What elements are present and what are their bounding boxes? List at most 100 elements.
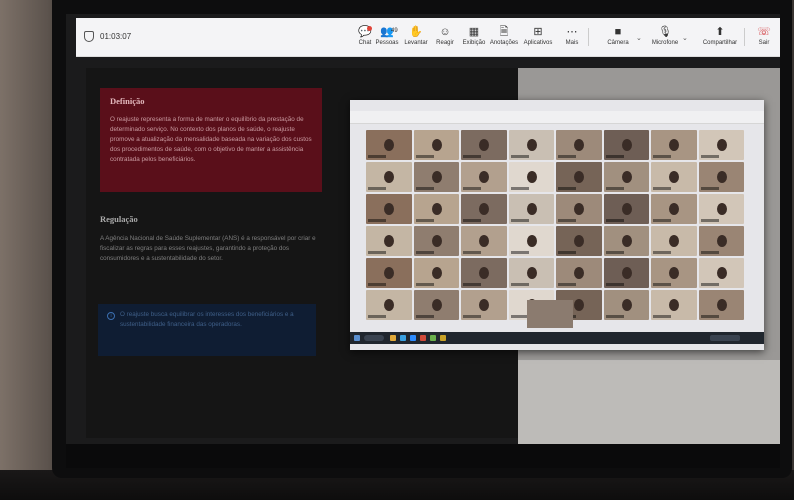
participant-tile xyxy=(556,130,602,160)
mic-button[interactable]: 🎙 Microfone xyxy=(650,24,680,46)
react-button[interactable]: ☺ Reagir xyxy=(430,24,460,46)
participant-tile xyxy=(366,258,412,288)
participant-tile xyxy=(461,130,507,160)
folder-icon[interactable] xyxy=(390,335,396,341)
participant-avatar xyxy=(384,299,395,311)
participant-tile xyxy=(366,290,412,320)
participant-avatar xyxy=(431,267,442,279)
participant-avatar xyxy=(574,267,585,279)
definition-text: O reajuste representa a forma de manter … xyxy=(110,116,312,163)
participant-avatar xyxy=(479,171,490,183)
participant-tile xyxy=(366,226,412,256)
participant-name-tag xyxy=(653,283,671,286)
participant-name-tag xyxy=(368,155,386,158)
participant-name-tag xyxy=(700,187,719,190)
mic-options-chevron-icon[interactable]: ⌄ xyxy=(682,34,688,42)
participant-avatar xyxy=(526,139,537,151)
participant-name-tag xyxy=(605,187,624,190)
participant-tile xyxy=(413,226,459,256)
grid-icon: ▦ xyxy=(468,26,480,38)
participant-avatar xyxy=(526,235,537,247)
participant-avatar xyxy=(479,267,490,279)
participant-name-tag xyxy=(558,251,576,254)
camera-button[interactable]: ■ Câmera xyxy=(603,24,633,46)
app-icon[interactable] xyxy=(420,335,426,341)
participant-avatar xyxy=(621,299,632,311)
participant-tile xyxy=(527,300,573,328)
participant-avatar xyxy=(431,235,442,247)
participant-avatar xyxy=(526,171,537,183)
meeting-app-icon[interactable] xyxy=(410,335,416,341)
participant-avatar xyxy=(574,299,585,311)
taskbar-search-icon[interactable] xyxy=(364,335,384,341)
app-icon[interactable] xyxy=(440,335,446,341)
participant-name-tag xyxy=(463,283,481,286)
participant-name-tag xyxy=(700,251,719,254)
participant-tile xyxy=(651,194,697,224)
notes-button[interactable]: 🗎 Anotações xyxy=(489,24,519,46)
window-menu-bar xyxy=(350,111,764,124)
participant-tile xyxy=(698,162,744,192)
side-panel-lower xyxy=(518,360,780,444)
participant-tile xyxy=(413,290,459,320)
participant-avatar xyxy=(384,235,395,247)
participant-name-tag xyxy=(700,155,719,158)
participant-name-tag xyxy=(653,315,671,318)
participant-name-tag xyxy=(605,283,624,286)
participant-name-tag xyxy=(653,187,671,190)
participant-name-tag xyxy=(700,315,719,318)
participant-tile xyxy=(413,194,459,224)
participant-avatar xyxy=(669,267,680,279)
participant-avatar xyxy=(574,235,585,247)
leave-button[interactable]: ☏ Sair xyxy=(749,24,779,46)
participant-name-tag xyxy=(700,283,719,286)
participant-tile xyxy=(651,290,697,320)
raise-hand-button[interactable]: ✋ Levantar xyxy=(401,24,431,46)
participant-tile xyxy=(461,226,507,256)
hang-up-icon: ☏ xyxy=(757,26,771,38)
participant-tile xyxy=(366,162,412,192)
system-tray[interactable] xyxy=(710,335,740,341)
participant-name-tag xyxy=(463,315,481,318)
participant-avatar xyxy=(621,139,632,151)
participant-tile xyxy=(698,194,744,224)
participant-name-tag xyxy=(368,187,386,190)
participant-tile xyxy=(651,226,697,256)
more-label: Mais xyxy=(565,40,579,46)
participant-tile xyxy=(366,194,412,224)
participant-name-tag xyxy=(558,155,576,158)
apps-button[interactable]: ⊞ Aplicativos xyxy=(523,24,553,46)
participant-name-tag xyxy=(463,219,481,222)
participant-name-tag xyxy=(415,315,434,318)
participant-name-tag xyxy=(605,155,624,158)
camera-options-chevron-icon[interactable]: ⌄ xyxy=(636,34,642,42)
participant-tile xyxy=(461,258,507,288)
people-button[interactable]: 👥 49 Pessoas xyxy=(372,24,402,46)
participant-name-tag xyxy=(415,155,434,158)
share-label: Compartilhar xyxy=(702,40,738,46)
participant-avatar xyxy=(716,171,727,183)
meeting-toolbar: 01:03:07 💬 Chat 👥 49 Pessoas ✋ Levantar … xyxy=(76,18,780,57)
participant-name-tag xyxy=(510,283,529,286)
participant-tile xyxy=(698,258,744,288)
participant-tile xyxy=(508,226,554,256)
add-app-icon: ⊞ xyxy=(533,26,543,38)
info-icon: i xyxy=(107,312,115,320)
share-button[interactable]: ⬆ Compartilhar xyxy=(700,24,740,46)
participant-name-tag xyxy=(368,283,386,286)
os-taskbar xyxy=(350,332,764,344)
participant-avatar xyxy=(431,171,442,183)
start-icon[interactable] xyxy=(354,335,360,341)
more-button[interactable]: ⋯ Mais xyxy=(557,24,587,46)
app-icon[interactable] xyxy=(430,335,436,341)
participant-avatar xyxy=(621,171,632,183)
participant-name-tag xyxy=(510,251,529,254)
participant-avatar xyxy=(716,139,727,151)
view-button[interactable]: ▦ Exibição xyxy=(459,24,489,46)
browser-icon[interactable] xyxy=(400,335,406,341)
info-text: O reajuste busca equilibrar os interesse… xyxy=(120,311,294,328)
participant-avatar xyxy=(384,267,395,279)
participant-name-tag xyxy=(700,219,719,222)
participant-name-tag xyxy=(510,219,529,222)
participant-name-tag xyxy=(368,219,386,222)
